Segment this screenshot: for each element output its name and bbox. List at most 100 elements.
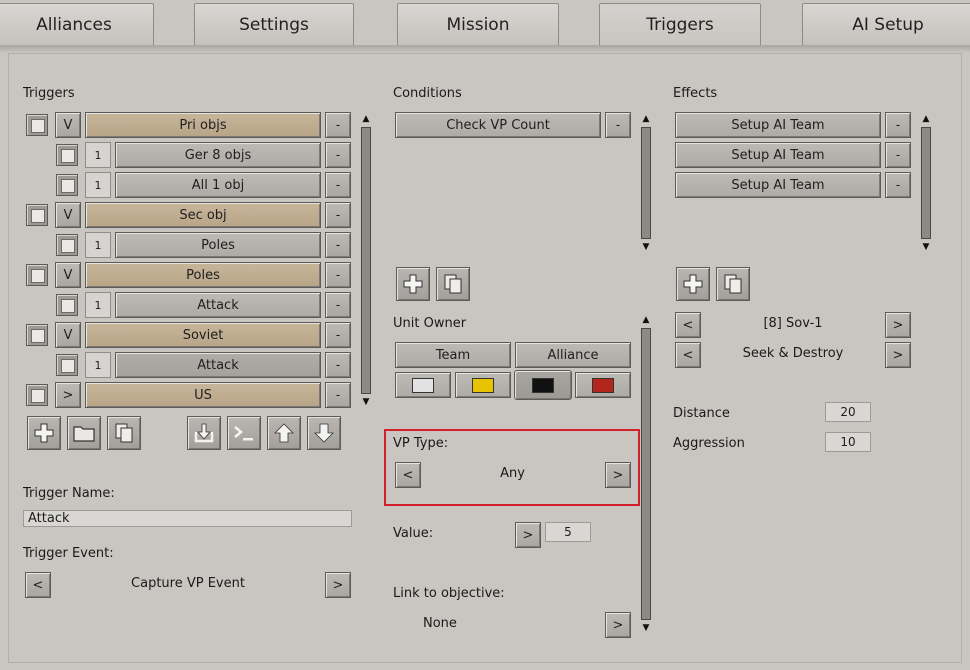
trigger-expand-toggle[interactable]: > xyxy=(55,382,81,408)
owner-tab-team[interactable]: Team xyxy=(395,342,511,368)
link-objective-next-button[interactable]: > xyxy=(605,612,631,638)
ai-mode-prev-button[interactable]: < xyxy=(675,342,701,368)
remove-effect-button[interactable]: - xyxy=(885,172,911,198)
color-swatch-button[interactable] xyxy=(455,372,511,398)
copy-trigger-button[interactable] xyxy=(107,416,141,450)
trigger-enable-checkbox[interactable] xyxy=(26,324,48,346)
remove-trigger-button[interactable]: - xyxy=(325,352,351,378)
owner-tab-alliance[interactable]: Alliance xyxy=(515,342,631,368)
trigger-enable-checkbox[interactable] xyxy=(56,294,78,316)
trigger-enable-checkbox[interactable] xyxy=(56,354,78,376)
trigger-group-item[interactable]: US xyxy=(85,382,321,408)
move-down-button[interactable] xyxy=(307,416,341,450)
scroll-track[interactable] xyxy=(641,127,651,239)
scroll-down-icon[interactable]: ▼ xyxy=(358,396,374,408)
scroll-track[interactable] xyxy=(641,328,651,620)
trigger-expand-toggle[interactable]: V xyxy=(55,262,81,288)
remove-trigger-button[interactable]: - xyxy=(325,292,351,318)
trigger-item[interactable]: Poles xyxy=(115,232,321,258)
remove-trigger-button[interactable]: - xyxy=(325,142,351,168)
trigger-enable-checkbox[interactable] xyxy=(26,204,48,226)
trigger-repeat-count[interactable]: 1 xyxy=(85,172,111,198)
remove-trigger-button[interactable]: - xyxy=(325,202,351,228)
add-effect-button[interactable] xyxy=(676,267,710,301)
color-swatch-button-selected[interactable] xyxy=(514,370,572,400)
console-button[interactable] xyxy=(227,416,261,450)
effect-item[interactable]: Setup AI Team xyxy=(675,112,881,138)
effect-item[interactable]: Setup AI Team xyxy=(675,172,881,198)
distance-field[interactable]: 20 xyxy=(825,402,871,422)
trigger-group-item[interactable]: Soviet xyxy=(85,322,321,348)
color-swatch-button[interactable] xyxy=(575,372,631,398)
remove-trigger-button[interactable]: - xyxy=(325,322,351,348)
ai-team-next-button[interactable]: > xyxy=(885,312,911,338)
remove-trigger-button[interactable]: - xyxy=(325,262,351,288)
remove-condition-button[interactable]: - xyxy=(605,112,631,138)
trigger-item[interactable]: All 1 obj xyxy=(115,172,321,198)
scroll-up-icon[interactable]: ▲ xyxy=(918,113,934,125)
ai-mode-next-button[interactable]: > xyxy=(885,342,911,368)
trigger-item[interactable]: Attack xyxy=(115,292,321,318)
trigger-expand-toggle[interactable]: V xyxy=(55,112,81,138)
trigger-group-item[interactable]: Poles xyxy=(85,262,321,288)
add-condition-button[interactable] xyxy=(396,267,430,301)
scroll-down-icon[interactable]: ▼ xyxy=(638,241,654,253)
scroll-up-icon[interactable]: ▲ xyxy=(638,314,654,326)
trigger-enable-checkbox[interactable] xyxy=(56,174,78,196)
tab-triggers[interactable]: Triggers xyxy=(599,3,761,45)
trigger-repeat-count[interactable]: 1 xyxy=(85,352,111,378)
remove-effect-button[interactable]: - xyxy=(885,112,911,138)
trigger-name-field[interactable]: Attack xyxy=(23,510,352,527)
effect-item[interactable]: Setup AI Team xyxy=(675,142,881,168)
trigger-group-item[interactable]: Sec obj xyxy=(85,202,321,228)
vp-type-prev-button[interactable]: < xyxy=(395,462,421,488)
trigger-group-item[interactable]: Pri objs xyxy=(85,112,321,138)
value-next-button[interactable]: > xyxy=(515,522,541,548)
add-trigger-button[interactable] xyxy=(27,416,61,450)
trigger-repeat-count[interactable]: 1 xyxy=(85,292,111,318)
add-folder-button[interactable] xyxy=(67,416,101,450)
remove-trigger-button[interactable]: - xyxy=(325,232,351,258)
color-swatch-button[interactable] xyxy=(395,372,451,398)
vp-type-next-button[interactable]: > xyxy=(605,462,631,488)
remove-effect-button[interactable]: - xyxy=(885,142,911,168)
trigger-enable-checkbox[interactable] xyxy=(26,114,48,136)
tab-mission[interactable]: Mission xyxy=(397,3,559,45)
tab-ai-setup[interactable]: AI Setup xyxy=(802,3,970,45)
scroll-up-icon[interactable]: ▲ xyxy=(358,113,374,125)
trigger-repeat-count[interactable]: 1 xyxy=(85,232,111,258)
aggression-field[interactable]: 10 xyxy=(825,432,871,452)
import-button[interactable] xyxy=(187,416,221,450)
trigger-enable-checkbox[interactable] xyxy=(56,234,78,256)
scroll-track[interactable] xyxy=(361,127,371,394)
trigger-enable-checkbox[interactable] xyxy=(26,264,48,286)
trigger-expand-toggle[interactable]: V xyxy=(55,202,81,228)
condition-params-scrollbar[interactable]: ▲ ▼ xyxy=(638,314,654,634)
value-field[interactable]: 5 xyxy=(545,522,591,542)
scroll-up-icon[interactable]: ▲ xyxy=(638,113,654,125)
effects-scrollbar[interactable]: ▲ ▼ xyxy=(918,113,934,253)
trigger-event-prev-button[interactable]: < xyxy=(25,572,51,598)
trigger-repeat-count[interactable]: 1 xyxy=(85,142,111,168)
scroll-track[interactable] xyxy=(921,127,931,239)
scroll-down-icon[interactable]: ▼ xyxy=(638,622,654,634)
scroll-down-icon[interactable]: ▼ xyxy=(918,241,934,253)
trigger-item[interactable]: Ger 8 objs xyxy=(115,142,321,168)
remove-trigger-button[interactable]: - xyxy=(325,172,351,198)
copy-condition-button[interactable] xyxy=(436,267,470,301)
trigger-expand-toggle[interactable]: V xyxy=(55,322,81,348)
trigger-item[interactable]: Attack xyxy=(115,352,321,378)
trigger-enable-checkbox[interactable] xyxy=(56,144,78,166)
trigger-enable-checkbox[interactable] xyxy=(26,384,48,406)
conditions-scrollbar[interactable]: ▲ ▼ xyxy=(638,113,654,253)
condition-item[interactable]: Check VP Count xyxy=(395,112,601,138)
tab-settings[interactable]: Settings xyxy=(194,3,354,45)
remove-trigger-button[interactable]: - xyxy=(325,382,351,408)
tab-alliances[interactable]: Alliances xyxy=(0,3,154,45)
copy-effect-button[interactable] xyxy=(716,267,750,301)
ai-team-prev-button[interactable]: < xyxy=(675,312,701,338)
trigger-event-next-button[interactable]: > xyxy=(325,572,351,598)
remove-trigger-button[interactable]: - xyxy=(325,112,351,138)
trigger-list-scrollbar[interactable]: ▲ ▼ xyxy=(358,113,374,408)
move-up-button[interactable] xyxy=(267,416,301,450)
